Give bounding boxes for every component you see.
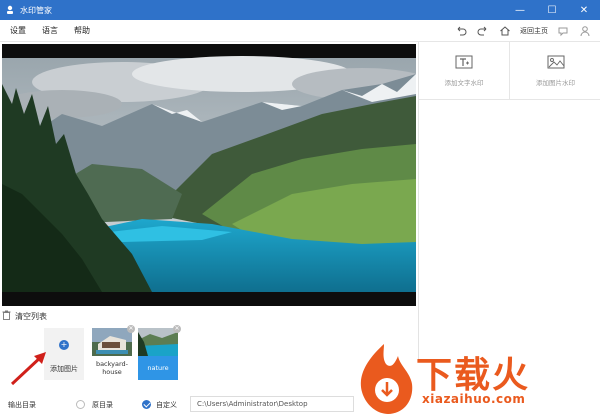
- thumbnail-item[interactable]: backyard-house ✕: [92, 325, 135, 380]
- menu-language[interactable]: 语言: [42, 25, 58, 36]
- watermark-url: xiazaihuo.com: [422, 392, 526, 406]
- menu-settings[interactable]: 设置: [10, 25, 26, 36]
- add-text-watermark-label: 添加文字水印: [444, 78, 484, 87]
- watermark-text: 下载火: [416, 355, 531, 396]
- image-preview: [2, 44, 416, 306]
- add-image-watermark-label: 添加图片水印: [536, 78, 575, 87]
- home-button-label[interactable]: 返回主页: [520, 26, 548, 36]
- undo-icon[interactable]: [454, 24, 468, 38]
- text-watermark-icon: [455, 55, 473, 71]
- thumbnail-caption: backyard-house: [95, 360, 129, 376]
- add-text-watermark-button[interactable]: 添加文字水印: [419, 42, 510, 100]
- clear-list-button[interactable]: 清空列表: [15, 311, 47, 322]
- watermark-tools-panel: 添加文字水印 添加图片水印: [418, 42, 600, 362]
- radio-original-dir[interactable]: [76, 400, 85, 409]
- custom-dir-label: 自定义: [156, 401, 177, 409]
- redo-icon[interactable]: [476, 24, 490, 38]
- trash-icon[interactable]: [2, 310, 11, 322]
- menu-help[interactable]: 帮助: [74, 25, 90, 36]
- remove-thumbnail-icon[interactable]: ✕: [127, 325, 135, 333]
- home-icon[interactable]: [498, 24, 512, 38]
- red-arrow-annotation: [10, 352, 46, 386]
- original-dir-label: 原目录: [92, 401, 113, 409]
- thumbnail-image: [138, 328, 178, 356]
- window-title: 水印管家: [20, 5, 52, 15]
- add-image-label: 添加图片: [50, 365, 78, 373]
- site-watermark: 下载火 xiazaihuo.com: [350, 340, 600, 420]
- plus-icon: +: [59, 340, 69, 350]
- minimize-button[interactable]: —: [504, 0, 536, 20]
- output-dir-label: 输出目录: [8, 401, 36, 409]
- radio-custom-dir[interactable]: [142, 400, 151, 409]
- app-logo-icon: [4, 4, 16, 16]
- thumbnail-item-selected[interactable]: nature ✕: [138, 325, 181, 380]
- toolbar: 返回主页: [454, 20, 592, 42]
- user-icon[interactable]: [578, 24, 592, 38]
- flame-logo-icon: [360, 344, 413, 414]
- close-button[interactable]: ✕: [568, 0, 600, 20]
- add-image-watermark-button[interactable]: 添加图片水印: [510, 42, 600, 100]
- thumbnail-image: [92, 328, 132, 356]
- thumbnail-caption: nature: [138, 356, 178, 380]
- image-watermark-icon: [547, 55, 565, 71]
- chat-icon[interactable]: [556, 24, 570, 38]
- maximize-button[interactable]: ☐: [536, 0, 568, 20]
- list-toolbar: 清空列表: [2, 308, 416, 324]
- output-path-input[interactable]: C:\Users\Administrator\Desktop: [190, 396, 354, 412]
- remove-thumbnail-icon[interactable]: ✕: [173, 325, 181, 333]
- title-bar: 水印管家 — ☐ ✕: [0, 0, 600, 20]
